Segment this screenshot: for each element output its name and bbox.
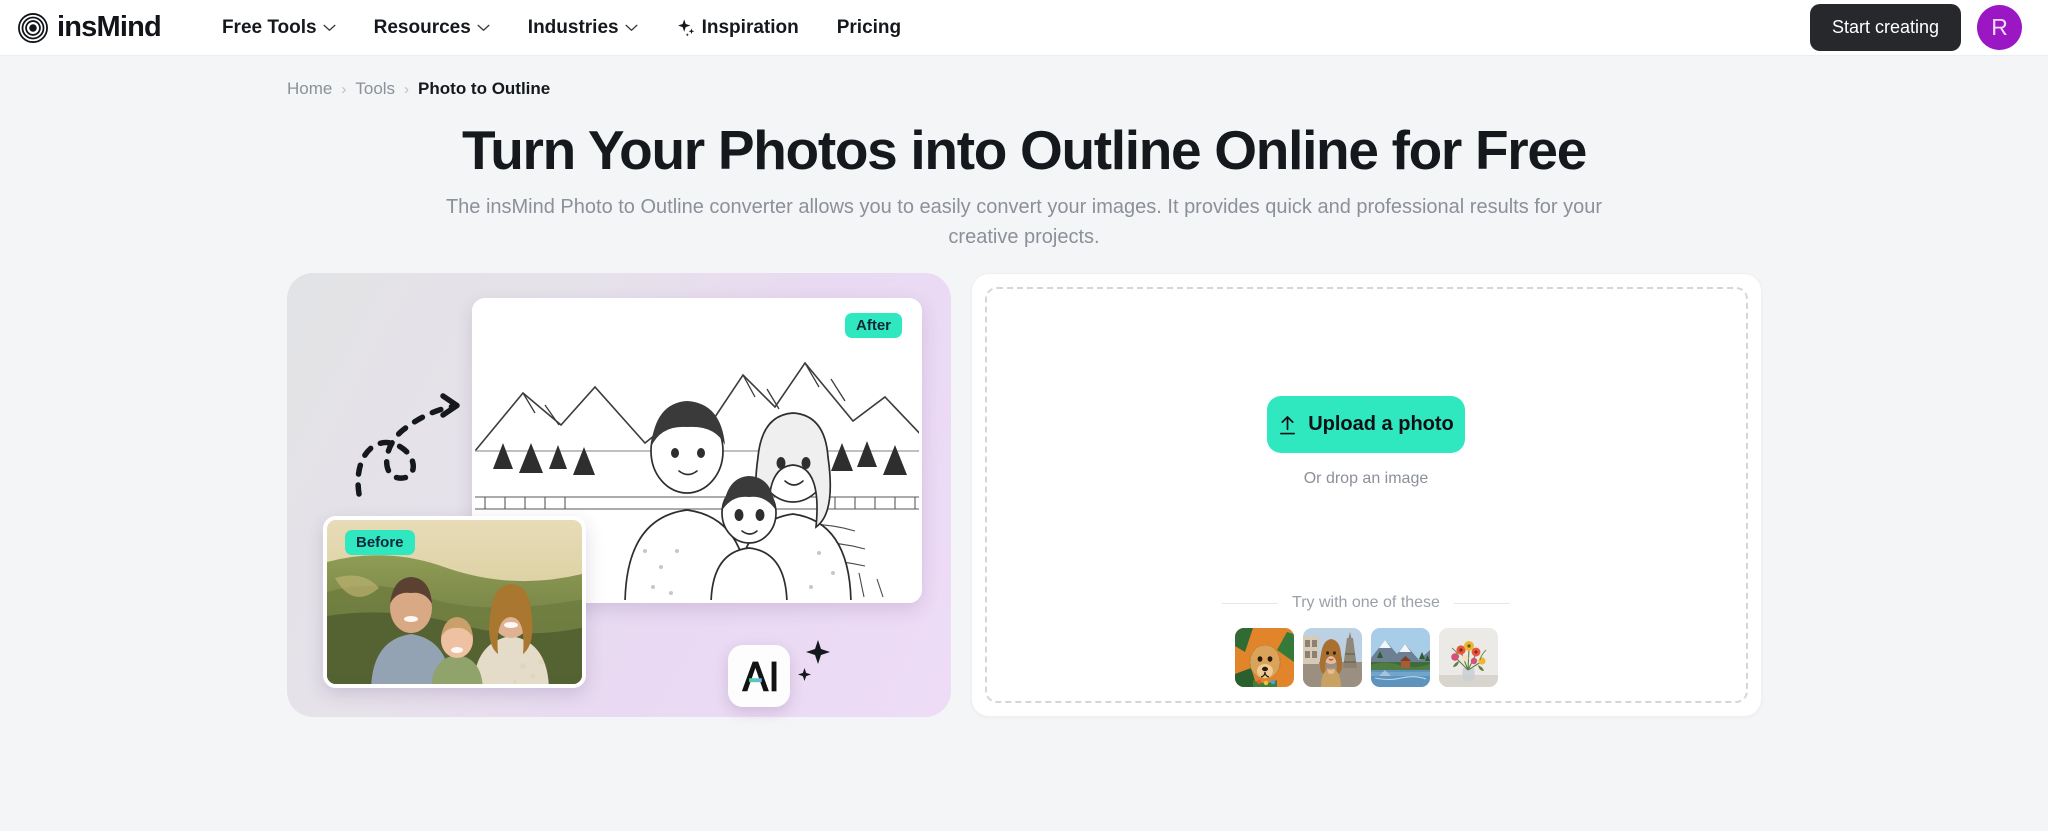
breadcrumb-item-tools[interactable]: Tools (355, 79, 395, 99)
main-content: After Before Upload a photo Or drop an i… (0, 273, 2048, 718)
nav-label: Pricing (836, 16, 902, 38)
concentric-circles-logo-icon (18, 12, 48, 43)
breadcrumb-separator: › (341, 80, 347, 98)
sparkle-icon (806, 640, 830, 664)
page-subtitle: The insMind Photo to Outline converter a… (445, 196, 1603, 248)
nav-label: Inspiration (701, 16, 799, 38)
logo-text: insMind (57, 11, 162, 43)
ai-logo-icon (741, 661, 777, 692)
page-title: Turn Your Photos into Outline Online for… (461, 119, 1587, 181)
sparkle-icon (798, 668, 811, 681)
ai-badge (728, 645, 790, 707)
drop-hint-text: Or drop an image (1303, 470, 1429, 488)
dashed-curved-arrow-icon (354, 393, 460, 497)
breadcrumb-item-current: Photo to Outline (418, 79, 551, 98)
site-header: insMind Free Tools Resources Industries (0, 0, 2048, 56)
upload-arrow-icon (1280, 415, 1296, 435)
header-actions: Start creating R (1809, 4, 2022, 51)
divider-line-left (1222, 602, 1279, 604)
nav-item-industries[interactable]: Industries (509, 11, 657, 45)
logo[interactable]: insMind (18, 11, 162, 43)
sample-thumbnails (987, 628, 1746, 688)
golden-retriever-photo (1234, 628, 1294, 688)
sample-thumbnail-woman-eiffel[interactable] (1302, 628, 1362, 688)
sample-thumbnail-flower-bouquet[interactable] (1438, 628, 1498, 688)
sample-thumbnail-mountain-lake[interactable] (1370, 628, 1430, 688)
woman-eiffel-tower-photo (1302, 628, 1362, 688)
nav-label: Resources (373, 16, 471, 38)
breadcrumb-separator: › (404, 80, 410, 98)
flower-bouquet-vase-photo (1438, 628, 1498, 688)
divider-line-right (1453, 602, 1510, 604)
nav-label: Industries (527, 16, 619, 38)
after-badge: After (845, 313, 903, 338)
nav-item-resources[interactable]: Resources (355, 11, 509, 45)
sparkle-icon (677, 18, 694, 37)
start-creating-button[interactable]: Start creating (1809, 4, 1961, 51)
nav-item-inspiration[interactable]: Inspiration (657, 11, 818, 45)
upload-button-label: Upload a photo (1308, 413, 1454, 436)
breadcrumb: Home › Tools › Photo to Outline (0, 56, 2048, 99)
try-samples-label: Try with one of these (1292, 594, 1440, 612)
chevron-down-icon (477, 24, 490, 31)
upload-panel: Upload a photo Or drop an image Try with… (970, 273, 1762, 718)
user-avatar[interactable]: R (1977, 5, 2022, 50)
before-badge: Before (345, 530, 415, 555)
mountain-lake-landscape-photo (1370, 628, 1430, 688)
drop-zone[interactable]: Upload a photo Or drop an image Try with… (984, 287, 1748, 704)
chevron-down-icon (625, 24, 638, 31)
sample-thumbnail-dog[interactable] (1234, 628, 1294, 688)
before-after-showcase (286, 273, 951, 718)
main-navigation: Free Tools Resources Industries Inspirat… (203, 11, 920, 45)
nav-item-pricing[interactable]: Pricing (818, 11, 920, 45)
upload-photo-button[interactable]: Upload a photo (1267, 396, 1465, 454)
nav-label: Free Tools (221, 16, 317, 38)
breadcrumb-item-home[interactable]: Home (287, 79, 332, 99)
try-samples-header: Try with one of these (987, 594, 1746, 612)
chevron-down-icon (323, 24, 336, 31)
nav-item-free-tools[interactable]: Free Tools (203, 11, 355, 45)
